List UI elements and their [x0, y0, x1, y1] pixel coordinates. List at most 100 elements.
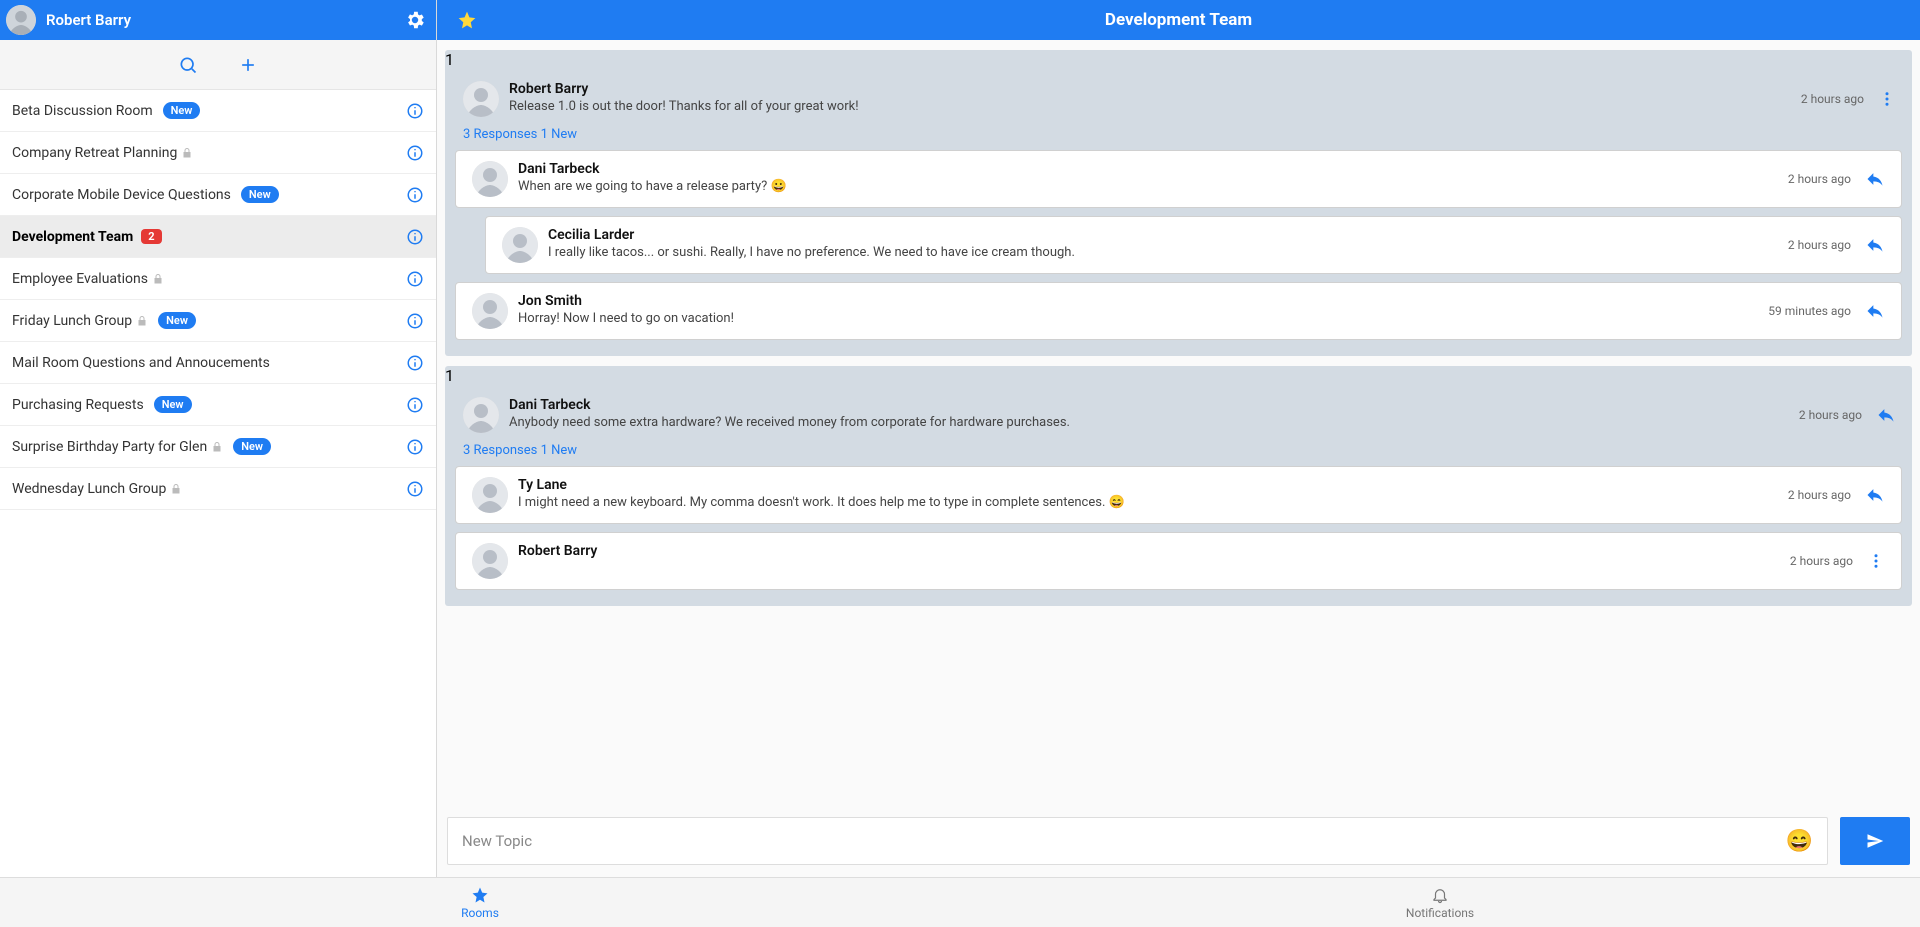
message-text: I might need a new keyboard. My comma do…: [518, 495, 1788, 510]
add-room-icon[interactable]: [238, 55, 258, 75]
room-info-icon[interactable]: [406, 102, 424, 120]
message-author: Cecilia Larder: [548, 227, 1788, 243]
reply-card: Ty Lane I might need a new keyboard. My c…: [455, 466, 1902, 524]
reply-card: Cecilia Larder I really like tacos... or …: [485, 216, 1902, 274]
sidebar-toolbar: [0, 40, 436, 90]
room-item[interactable]: Employee Evaluations: [0, 258, 436, 300]
main-header: Development Team: [437, 0, 1920, 40]
room-info-icon[interactable]: [406, 228, 424, 246]
room-name: Mail Room Questions and Annoucements: [12, 355, 270, 371]
room-name: Employee Evaluations: [12, 271, 148, 287]
avatar: [472, 543, 508, 579]
bottom-nav: Rooms Notifications: [0, 877, 1920, 927]
avatar: [472, 293, 508, 329]
message-time: 2 hours ago: [1788, 172, 1851, 186]
message-author: Jon Smith: [518, 293, 1768, 309]
compose-input[interactable]: New Topic 😄: [447, 817, 1828, 865]
user-avatar[interactable]: [6, 5, 36, 35]
more-icon[interactable]: [1867, 552, 1885, 570]
sidebar: Robert Barry Beta Discussion RoomNewComp…: [0, 0, 437, 877]
room-name: Corporate Mobile Device Questions: [12, 187, 231, 203]
room-info-icon[interactable]: [406, 396, 424, 414]
lock-icon: [152, 273, 164, 285]
message-author: Dani Tarbeck: [509, 397, 1799, 413]
message-author: Dani Tarbeck: [518, 161, 1788, 177]
reply-icon[interactable]: [1865, 235, 1885, 255]
send-icon: [1866, 832, 1884, 850]
avatar: [463, 397, 499, 433]
message-time: 2 hours ago: [1790, 554, 1853, 568]
room-info-icon[interactable]: [406, 186, 424, 204]
room-name: Purchasing Requests: [12, 397, 144, 413]
compose-bar: New Topic 😄: [437, 805, 1920, 877]
reply-icon[interactable]: [1865, 301, 1885, 321]
room-item[interactable]: Friday Lunch GroupNew: [0, 300, 436, 342]
star-icon: [471, 886, 489, 904]
message-author: Robert Barry: [518, 543, 1790, 559]
responses-summary[interactable]: 3 Responses 1 New: [445, 437, 1912, 466]
emoji-picker-icon[interactable]: 😄: [1786, 829, 1813, 854]
message-text: I really like tacos... or sushi. Really,…: [548, 245, 1788, 260]
topic: 1Robert BarryRelease 1.0 is out the door…: [445, 50, 1912, 356]
lock-icon: [170, 483, 182, 495]
message-time: 2 hours ago: [1788, 238, 1851, 252]
room-info-icon[interactable]: [406, 144, 424, 162]
topic-unread-badge: 1: [445, 366, 454, 385]
lock-icon: [136, 315, 148, 327]
topic: 1 Dani Tarbeck Anybody need some extra har…: [445, 366, 1912, 606]
room-item[interactable]: Beta Discussion Room New: [0, 90, 436, 132]
bell-icon: [1431, 886, 1449, 904]
reply-card: Jon Smith Horray! Now I need to go on vac…: [455, 282, 1902, 340]
thread-scroll[interactable]: 1 Robert BarryRelease 1.0 is out the door…: [437, 40, 1920, 805]
avatar: [472, 161, 508, 197]
search-icon[interactable]: [178, 55, 198, 75]
reply-icon[interactable]: [1876, 405, 1896, 425]
lock-icon: [211, 441, 223, 453]
nav-rooms[interactable]: Rooms: [0, 878, 960, 927]
room-info-icon[interactable]: [406, 354, 424, 372]
message-author: Ty Lane: [518, 477, 1788, 493]
send-button[interactable]: [1840, 817, 1910, 865]
room-item[interactable]: Surprise Birthday Party for GlenNew: [0, 426, 436, 468]
new-badge: New: [241, 186, 279, 203]
message-time: 59 minutes ago: [1768, 304, 1851, 318]
topic-header: Dani Tarbeck Anybody need some extra hard…: [445, 385, 1912, 437]
room-info-icon[interactable]: [406, 438, 424, 456]
room-info-icon[interactable]: [406, 312, 424, 330]
room-item[interactable]: Corporate Mobile Device Questions New: [0, 174, 436, 216]
topic-header: Robert BarryRelease 1.0 is out the door!…: [445, 69, 1912, 121]
room-info-icon[interactable]: [406, 480, 424, 498]
nav-notifications[interactable]: Notifications: [960, 878, 1920, 927]
room-item[interactable]: Mail Room Questions and Annoucements: [0, 342, 436, 384]
room-info-icon[interactable]: [406, 270, 424, 288]
main-panel: Development Team 1 Robert BarryRelease 1.…: [437, 0, 1920, 877]
room-item[interactable]: Purchasing Requests New: [0, 384, 436, 426]
rooms-list: Beta Discussion Room New Company Retreat P…: [0, 90, 436, 877]
room-item[interactable]: Company Retreat Planning: [0, 132, 436, 174]
message-text: When are we going to have a release part…: [518, 179, 1788, 194]
new-badge: New: [154, 396, 192, 413]
compose-placeholder: New Topic: [462, 832, 532, 850]
room-title: Development Team: [1105, 10, 1252, 30]
room-item[interactable]: Wednesday Lunch Group: [0, 468, 436, 510]
reply-icon[interactable]: [1865, 485, 1885, 505]
new-badge: New: [163, 102, 201, 119]
room-name: Beta Discussion Room: [12, 103, 153, 119]
nav-notifications-label: Notifications: [1406, 906, 1474, 920]
favorite-star-icon[interactable]: [457, 10, 477, 30]
avatar: [463, 81, 499, 117]
message-text: Anybody need some extra hardware? We rec…: [509, 415, 1799, 430]
reply-card: Dani Tarbeck When are we going to have a …: [455, 150, 1902, 208]
room-item[interactable]: Development Team 2: [0, 216, 436, 258]
message-text: Horray! Now I need to go on vacation!: [518, 311, 1768, 326]
reply-card: Robert Barry2 hours ago: [455, 532, 1902, 590]
settings-icon[interactable]: [404, 9, 426, 31]
room-name: Development Team: [12, 229, 133, 245]
reply-icon[interactable]: [1865, 169, 1885, 189]
room-name: Wednesday Lunch Group: [12, 481, 166, 497]
avatar: [472, 477, 508, 513]
more-icon[interactable]: [1878, 90, 1896, 108]
responses-summary[interactable]: 3 Responses 1 New: [445, 121, 1912, 150]
unread-count-badge: 2: [141, 229, 161, 244]
room-name: Company Retreat Planning: [12, 145, 177, 161]
